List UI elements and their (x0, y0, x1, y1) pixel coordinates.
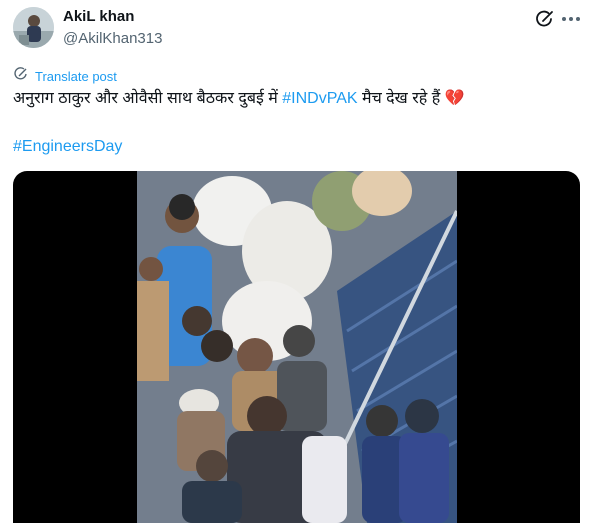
tweet-card: AkiL khan @AkilKhan313 Translate post अन… (0, 0, 593, 523)
grok-icon[interactable] (535, 9, 555, 29)
video-player[interactable] (13, 171, 580, 523)
author-name[interactable]: AkiL khan (63, 8, 134, 25)
more-icon[interactable] (560, 9, 582, 29)
post-text: अनुराग ठाकुर और ओवैसी साथ बैठकर दुबई में… (13, 88, 465, 110)
hashtag-engineersday[interactable]: #EngineersDay (13, 136, 122, 158)
author-handle[interactable]: @AkilKhan313 (63, 30, 162, 47)
post-text-part: मैच देख रहे हैं (357, 90, 445, 107)
translate-label: Translate post (35, 69, 117, 84)
video-frame[interactable] (137, 171, 457, 523)
post-text-part: अनुराग ठाकुर और ओवैसी साथ बैठकर दुबई में (13, 90, 283, 107)
globe-icon (13, 66, 29, 87)
avatar[interactable] (13, 7, 54, 48)
translate-post-link[interactable]: Translate post (13, 66, 117, 87)
hashtag-indvpak[interactable]: #INDvPAK (282, 90, 357, 107)
broken-heart-emoji: 💔 (444, 90, 465, 107)
